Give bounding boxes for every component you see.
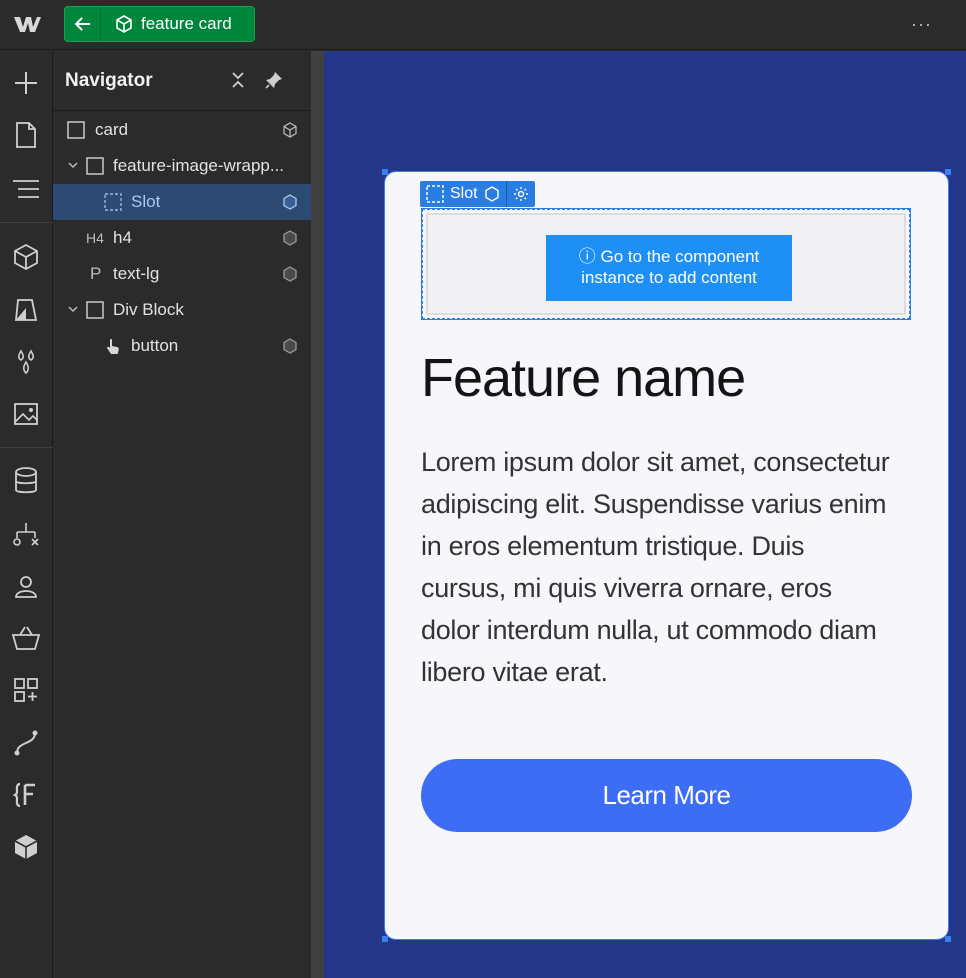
- gear-icon: [513, 187, 528, 201]
- chevron-down-icon[interactable]: [67, 303, 79, 315]
- tree-item-button[interactable]: button: [53, 328, 311, 364]
- component-hexagon-icon: [484, 186, 499, 202]
- back-arrow-icon[interactable]: [65, 7, 101, 41]
- paragraph-tag-icon: P: [90, 264, 102, 283]
- top-bar: feature card ···: [0, 0, 966, 50]
- slot-placeholder[interactable]: ⓘ Go to the component instance to add co…: [421, 208, 911, 320]
- component-name: feature card: [141, 14, 232, 33]
- feature-heading[interactable]: Feature name: [421, 347, 746, 409]
- tree-item-label: feature-image-wrapp...: [113, 156, 285, 175]
- component-hexagon-icon: [283, 266, 297, 282]
- tree-item-feature-image-wrapper[interactable]: feature-image-wrapp...: [53, 148, 311, 184]
- navigator-title: Navigator: [65, 69, 153, 91]
- custom-code-icon[interactable]: [10, 779, 42, 811]
- div-box-icon: [86, 157, 104, 175]
- slot-info-message[interactable]: ⓘ Go to the component instance to add co…: [546, 235, 792, 301]
- component-hexagon-icon: [283, 194, 297, 210]
- left-toolbar: [0, 51, 53, 978]
- slot-selection-badge[interactable]: Slot: [420, 181, 535, 207]
- webflow-logo-icon[interactable]: [12, 12, 42, 36]
- variables-drops-icon[interactable]: [10, 346, 42, 378]
- slot-dashed-icon: [426, 185, 444, 203]
- tree-item-text-lg[interactable]: P text-lg: [53, 256, 311, 292]
- assets-image-icon[interactable]: [10, 398, 42, 430]
- add-elements-icon[interactable]: [10, 67, 42, 99]
- tree-item-label: button: [131, 336, 179, 355]
- tree-item-h4[interactable]: H4 h4: [53, 220, 311, 256]
- pages-icon[interactable]: [10, 119, 42, 151]
- pin-icon[interactable]: [265, 71, 283, 89]
- learn-more-button[interactable]: Learn More: [421, 759, 912, 832]
- tree-item-label: text-lg: [113, 264, 160, 283]
- component-hexagon-icon: [283, 230, 297, 246]
- logic-flow-icon[interactable]: [10, 518, 42, 550]
- navigator-panel: Navigator card feature-image-wrapp... Sl…: [53, 51, 311, 978]
- collapse-all-icon[interactable]: [231, 71, 245, 89]
- chevron-down-icon[interactable]: [67, 159, 79, 171]
- style-selectors-icon[interactable]: [10, 294, 42, 326]
- slot-settings-button[interactable]: [505, 181, 535, 207]
- panel-scrollbar[interactable]: [311, 51, 324, 978]
- cms-database-icon[interactable]: [10, 465, 42, 497]
- apps-icon[interactable]: [10, 674, 42, 706]
- tree-item-div-block[interactable]: Div Block: [53, 292, 311, 328]
- pointer-hand-icon: [107, 339, 119, 354]
- component-cube-icon: [116, 15, 132, 33]
- design-canvas[interactable]: Slot ⓘ Go to the component instance to a…: [324, 51, 966, 978]
- components-icon[interactable]: [10, 241, 42, 273]
- div-box-icon: [67, 121, 85, 139]
- tree-item-label: h4: [113, 228, 132, 247]
- feature-description[interactable]: Lorem ipsum dolor sit amet, consectetur …: [421, 441, 891, 693]
- tree-item-label: Slot: [131, 192, 161, 211]
- component-breadcrumb[interactable]: feature card: [64, 6, 255, 42]
- interactions-curve-icon[interactable]: [10, 727, 42, 759]
- slot-dashed-icon: [104, 193, 122, 211]
- ecommerce-basket-icon[interactable]: [10, 622, 42, 654]
- navigator-icon[interactable]: [10, 173, 42, 205]
- libraries-cube-icon[interactable]: [10, 831, 42, 863]
- component-hexagon-icon: [283, 338, 297, 354]
- heading-tag-icon: H4: [86, 230, 104, 246]
- tree-item-slot[interactable]: Slot: [53, 184, 311, 220]
- component-outline-icon: [283, 122, 297, 138]
- tree-item-label: card: [95, 120, 129, 139]
- tree-item-label: Div Block: [113, 300, 184, 319]
- more-options-button[interactable]: ···: [911, 14, 932, 35]
- tree-item-card[interactable]: card: [53, 112, 311, 148]
- div-box-icon: [86, 301, 104, 319]
- users-icon[interactable]: [10, 570, 42, 602]
- slot-badge-label: Slot: [450, 185, 478, 202]
